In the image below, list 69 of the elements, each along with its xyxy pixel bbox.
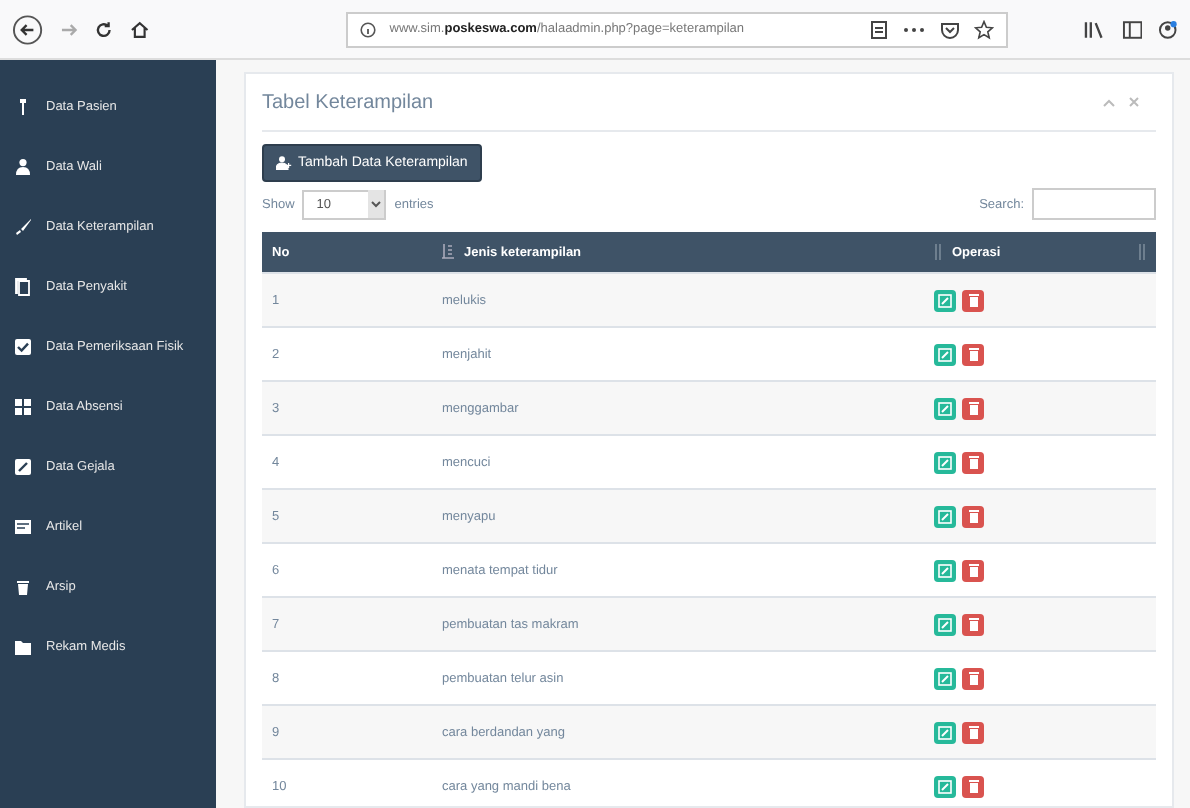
home-icon[interactable] (130, 19, 150, 39)
account-icon[interactable] (1158, 19, 1179, 39)
forward-icon[interactable] (59, 19, 79, 39)
more-icon[interactable] (901, 25, 926, 33)
trash-icon (14, 577, 32, 595)
delete-button[interactable] (962, 343, 984, 365)
trash-icon (967, 400, 979, 416)
trash-icon (967, 616, 979, 632)
trash-icon (967, 670, 979, 686)
edit-icon (938, 671, 952, 685)
trash-icon (967, 778, 979, 794)
delete-button[interactable] (962, 667, 984, 689)
delete-button[interactable] (962, 397, 984, 419)
checkbox-icon (14, 337, 32, 355)
edit-icon (938, 509, 952, 523)
user-add-icon (276, 156, 292, 170)
trash-icon (967, 346, 979, 362)
info-icon (359, 21, 376, 37)
delete-button[interactable] (962, 613, 984, 635)
edit-button[interactable] (934, 343, 956, 365)
sort-icon (934, 244, 942, 260)
copy-icon (14, 277, 32, 295)
reader-icon[interactable] (869, 19, 888, 39)
edit-icon (938, 347, 952, 361)
sort-icon (442, 244, 454, 260)
library-icon[interactable] (1083, 19, 1106, 39)
delete-button[interactable] (962, 721, 984, 743)
edit-icon (14, 457, 32, 475)
grid-icon (14, 397, 32, 415)
edit-button[interactable] (934, 721, 956, 743)
edit-button[interactable] (934, 451, 956, 473)
brush-icon (14, 217, 32, 235)
delete-button[interactable] (962, 451, 984, 473)
edit-button[interactable] (934, 613, 956, 635)
user-icon (14, 157, 32, 175)
trash-icon (967, 724, 979, 740)
sidebar-icon[interactable] (1121, 19, 1143, 39)
pocket-icon[interactable] (939, 19, 960, 39)
edit-icon (938, 293, 952, 307)
delete-button[interactable] (962, 289, 984, 311)
edit-button[interactable] (934, 667, 956, 689)
figure-icon (14, 97, 32, 115)
edit-icon (938, 563, 952, 577)
edit-icon (938, 401, 952, 415)
edit-button[interactable] (934, 505, 956, 527)
edit-icon (938, 725, 952, 739)
trash-icon (967, 454, 979, 470)
sort-icon (1138, 244, 1146, 260)
trash-icon (967, 508, 979, 524)
edit-button[interactable] (934, 397, 956, 419)
edit-button[interactable] (934, 775, 956, 797)
delete-button[interactable] (962, 559, 984, 581)
edit-icon (938, 455, 952, 469)
card-icon (14, 517, 32, 535)
folder-icon (14, 637, 32, 655)
star-icon[interactable] (973, 19, 994, 39)
delete-button[interactable] (962, 775, 984, 797)
edit-icon (938, 617, 952, 631)
delete-button[interactable] (962, 505, 984, 527)
trash-icon (967, 292, 979, 308)
trash-icon (967, 562, 979, 578)
back-icon[interactable] (12, 13, 44, 45)
edit-button[interactable] (934, 289, 956, 311)
panel-title: Tabel Keterampilan (262, 91, 436, 113)
edit-icon (938, 779, 952, 793)
edit-button[interactable] (934, 559, 956, 581)
reload-icon[interactable] (94, 19, 115, 39)
dropdown-icon (368, 190, 385, 218)
search-field[interactable] (1032, 188, 1156, 220)
